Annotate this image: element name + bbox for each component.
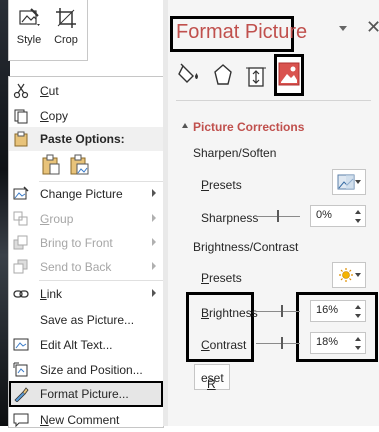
- submenu-arrow-icon: [152, 289, 156, 297]
- style-label: Style: [16, 34, 42, 46]
- menu-label: Save as Picture...: [40, 313, 135, 327]
- paste-as-picture-button[interactable]: [67, 153, 91, 177]
- menu-item-bring-to-front: Bring to Front: [9, 231, 163, 255]
- menu-separator: [39, 280, 163, 281]
- menu-item-edit-alt-text[interactable]: Edit Alt Text...: [9, 333, 163, 357]
- chevron-down-icon: [355, 180, 361, 184]
- style-button[interactable]: Style: [12, 4, 46, 54]
- crop-icon: [56, 8, 76, 28]
- submenu-arrow-icon: [152, 214, 156, 222]
- sharpen-presets-dropdown[interactable]: [332, 169, 366, 195]
- paste-keep-formatting-button[interactable]: [39, 153, 63, 177]
- section-title-picture-corrections[interactable]: Picture Corrections: [193, 120, 304, 134]
- tab-underline: [176, 100, 371, 101]
- menu-label: Link: [40, 287, 63, 301]
- menu-label: Paste Options:: [40, 132, 125, 146]
- contrast-spinner[interactable]: 18%: [310, 332, 366, 354]
- style-icon: [19, 8, 40, 26]
- scissors-icon: [13, 83, 29, 99]
- submenu-arrow-icon: [152, 238, 156, 246]
- brightness-spinner[interactable]: 16%: [310, 300, 366, 322]
- menu-label: Edit Alt Text...: [40, 338, 113, 352]
- menu-item-save-as-picture[interactable]: Save as Picture...: [9, 308, 163, 332]
- chevron-down-icon: [355, 273, 361, 277]
- bring-to-front-icon: [13, 235, 28, 250]
- menu-item-group: Group: [9, 207, 163, 231]
- paste-picture-icon: [70, 154, 89, 175]
- menu-item-new-comment[interactable]: New Comment: [9, 408, 163, 432]
- spin-down-icon[interactable]: [355, 219, 361, 223]
- brightness-presets-dropdown[interactable]: [332, 262, 366, 288]
- group-icon: [13, 211, 28, 226]
- menu-item-copy[interactable]: Copy: [9, 104, 163, 128]
- brightness-presets-label: Presets: [201, 271, 242, 285]
- reset-label: Reset: [201, 371, 224, 391]
- menu-item-change-picture[interactable]: Change Picture: [9, 182, 163, 206]
- contrast-slider-thumb[interactable]: [280, 337, 283, 349]
- contrast-value[interactable]: 18%: [316, 336, 338, 348]
- fill-line-icon[interactable]: [177, 62, 201, 90]
- menu-label: Format Picture...: [40, 387, 129, 401]
- menu-label: Bring to Front: [40, 236, 113, 250]
- size-position-icon: [13, 362, 28, 377]
- link-icon: [13, 290, 29, 298]
- format-picture-icon: [14, 387, 29, 402]
- menu-label: Size and Position...: [40, 363, 143, 377]
- spin-up-icon[interactable]: [355, 337, 361, 341]
- sharpen-preset-icon: [337, 174, 355, 190]
- contrast-slider-track[interactable]: [256, 343, 300, 344]
- spin-up-icon[interactable]: [355, 210, 361, 214]
- paste-icon: [42, 154, 60, 175]
- menu-label: Copy: [40, 109, 69, 123]
- menu-item-size-and-position[interactable]: Size and Position...: [9, 358, 163, 382]
- sharpness-label: Sharpness: [201, 211, 259, 225]
- menu-item-cut[interactable]: Cut: [9, 79, 163, 103]
- sharpness-value[interactable]: 0%: [316, 209, 332, 221]
- sharpen-heading: Sharpen/Soften: [193, 146, 277, 160]
- pane-title: Format Picture: [176, 21, 308, 43]
- brightness-contrast-heading: Brightness/Contrast: [193, 240, 299, 254]
- clipboard-icon: [14, 131, 28, 147]
- spin-down-icon[interactable]: [355, 346, 361, 350]
- brightness-slider-thumb[interactable]: [280, 305, 283, 317]
- change-picture-icon: [13, 186, 29, 200]
- menu-label: Change Picture: [40, 187, 123, 201]
- menu-label: Group: [40, 212, 74, 226]
- pane-options-chevron-down-icon[interactable]: [339, 26, 347, 31]
- sharpness-spinner[interactable]: 0%: [310, 205, 366, 227]
- menu-item-link[interactable]: Link: [9, 282, 163, 306]
- crop-label: Crop: [54, 34, 78, 46]
- alt-text-icon: [13, 338, 29, 351]
- brightness-value[interactable]: 16%: [316, 304, 338, 316]
- brightness-slider-track[interactable]: [256, 311, 300, 312]
- submenu-arrow-icon: [152, 262, 156, 270]
- contrast-label: Contrast: [201, 338, 247, 352]
- spin-up-icon[interactable]: [355, 305, 361, 309]
- size-properties-icon[interactable]: [244, 62, 268, 90]
- sun-icon: [339, 268, 353, 282]
- menu-item-send-to-back: Send to Back: [9, 255, 163, 279]
- menu-label: Send to Back: [40, 260, 112, 274]
- sharpen-presets-label: Presets: [201, 178, 242, 192]
- collapse-triangle-icon[interactable]: [182, 123, 188, 128]
- reset-button[interactable]: Reset: [194, 364, 230, 391]
- sharpness-slider-thumb[interactable]: [277, 210, 279, 222]
- mini-toolbar: Style Crop: [8, 0, 88, 61]
- menu-item-format-picture[interactable]: Format Picture...: [9, 381, 163, 407]
- close-icon[interactable]: ✕: [366, 17, 379, 38]
- menu-label: New Comment: [40, 413, 120, 427]
- context-menu: Cut Copy Paste Options: Change Picture G…: [8, 76, 164, 428]
- send-to-back-icon: [13, 259, 28, 274]
- brightness-label: Brightness: [201, 306, 258, 320]
- spin-down-icon[interactable]: [355, 314, 361, 318]
- copy-icon: [14, 109, 28, 124]
- paste-options-header: Paste Options:: [9, 127, 163, 151]
- picture-icon: [278, 62, 300, 86]
- submenu-arrow-icon: [152, 189, 156, 197]
- effects-icon[interactable]: [211, 62, 235, 90]
- crop-button[interactable]: Crop: [49, 4, 83, 54]
- menu-label: Cut: [40, 84, 59, 98]
